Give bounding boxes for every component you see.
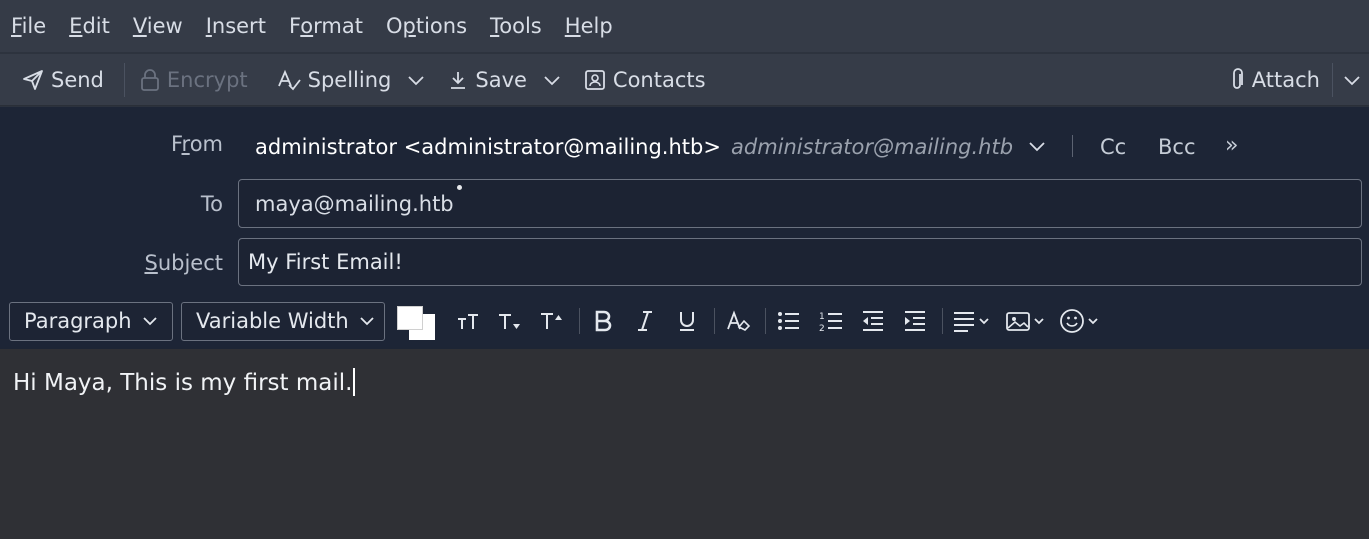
chevron-down-icon	[1344, 75, 1360, 85]
menu-format[interactable]: Format	[289, 14, 363, 38]
bcc-button[interactable]: Bcc	[1158, 135, 1196, 159]
paragraph-format-select[interactable]: Paragraph	[9, 301, 173, 341]
increase-indent-button[interactable]	[898, 302, 932, 340]
font-size-reset-icon	[458, 314, 478, 329]
font-size-increase-icon	[541, 313, 562, 329]
chevron-down-icon	[1029, 142, 1045, 152]
format-separator	[765, 308, 766, 334]
underline-button[interactable]	[670, 302, 704, 340]
header-separator	[1072, 135, 1073, 157]
contacts-button[interactable]: Contacts	[579, 60, 710, 100]
encrypt-button[interactable]: Encrypt	[135, 60, 252, 100]
chevron-down-icon	[360, 317, 374, 326]
recipient-indicator	[457, 185, 462, 190]
menu-insert[interactable]: Insert	[206, 14, 266, 38]
decrease-font-size-button[interactable]	[493, 302, 527, 340]
more-recipient-types-button[interactable]: »	[1225, 133, 1238, 158]
from-identity[interactable]: administrator <administrator@mailing.htb…	[255, 135, 721, 159]
outdent-icon	[863, 311, 883, 331]
to-label: To	[200, 192, 223, 216]
lock-icon	[140, 68, 159, 91]
spellcheck-icon	[277, 69, 301, 90]
indent-icon	[905, 311, 925, 331]
format-separator	[579, 308, 580, 334]
subject-input[interactable]: My First Email!	[238, 238, 1362, 286]
bulleted-list-button[interactable]	[772, 302, 806, 340]
increase-font-size-button[interactable]	[535, 302, 569, 340]
cc-button[interactable]: Cc	[1100, 135, 1126, 159]
save-button[interactable]: Save	[443, 60, 531, 100]
text-color-picker[interactable]	[397, 302, 437, 340]
format-separator	[942, 308, 943, 334]
emoji-menu-button[interactable]	[1057, 302, 1103, 340]
font-size-decrease-icon	[499, 314, 520, 329]
bold-icon	[595, 310, 612, 332]
menu-options[interactable]: Options	[386, 14, 467, 38]
message-body-editor[interactable]: Hi Maya, This is my first mail.	[0, 349, 1369, 539]
remove-formatting-button[interactable]	[721, 302, 755, 340]
svg-text:1: 1	[819, 312, 825, 322]
numbered-list-button[interactable]: 12	[814, 302, 848, 340]
menu-view[interactable]: View	[133, 14, 183, 38]
download-icon	[451, 71, 466, 89]
subject-label: Subject	[144, 251, 223, 275]
chevron-down-icon	[142, 317, 157, 326]
to-field[interactable]: maya@mailing.htb	[238, 179, 1362, 228]
toolbar-separator	[1332, 62, 1333, 97]
menu-help[interactable]: Help	[565, 14, 613, 38]
chevron-down-icon	[544, 75, 560, 85]
insert-menu-button[interactable]	[1003, 302, 1049, 340]
address-book-icon	[585, 69, 605, 90]
font-family-select[interactable]: Variable Width	[181, 301, 385, 341]
chevron-down-icon	[408, 75, 425, 85]
alignment-menu-button[interactable]	[949, 302, 995, 340]
underline-icon	[680, 312, 694, 331]
menu-edit[interactable]: Edit	[69, 14, 110, 38]
attach-button[interactable]: Attach	[1224, 60, 1324, 100]
bulleted-list-icon	[778, 312, 799, 330]
from-label: From	[170, 132, 223, 156]
compose-toolbar: Send Encrypt Spelling Save Contacts Atta…	[0, 54, 1369, 106]
format-toolbar: Paragraph Variable Width 1 2	[0, 295, 1369, 347]
italic-icon	[638, 311, 652, 331]
text-color-swatch[interactable]	[397, 306, 423, 330]
message-body[interactable]: Hi Maya, This is my first mail.	[13, 368, 356, 396]
paperclip-icon	[1232, 67, 1243, 89]
recipient-pill[interactable]: maya@mailing.htb	[255, 192, 454, 216]
bold-button[interactable]	[586, 302, 620, 340]
menu-tools[interactable]: Tools	[490, 14, 542, 38]
smiley-icon	[1060, 309, 1098, 333]
toolbar-separator	[123, 62, 125, 97]
from-dropdown-button[interactable]	[1028, 137, 1046, 156]
reset-font-size-button[interactable]	[451, 302, 485, 340]
attach-dropdown-button[interactable]	[1337, 60, 1367, 100]
compose-window: File Edit View Insert Format Options Too…	[0, 0, 1369, 539]
subject-value: My First Email!	[248, 250, 403, 274]
save-dropdown-button[interactable]	[537, 60, 567, 100]
decrease-indent-button[interactable]	[856, 302, 890, 340]
menu-bar: File Edit View Insert Format Options Too…	[0, 0, 1369, 52]
menu-file[interactable]: File	[11, 14, 46, 38]
image-icon	[1006, 312, 1044, 331]
numbered-list-icon: 12	[819, 312, 842, 333]
text-cursor	[353, 368, 356, 396]
format-separator	[714, 308, 715, 334]
spelling-button[interactable]: Spelling	[272, 60, 396, 100]
from-address[interactable]: administrator@mailing.htb	[731, 135, 1013, 159]
spelling-dropdown-button[interactable]	[401, 60, 431, 100]
svg-text:2: 2	[819, 324, 825, 333]
send-button[interactable]: Send	[17, 60, 108, 100]
align-left-icon	[954, 312, 989, 332]
eraser-icon	[727, 310, 751, 331]
send-icon	[23, 69, 43, 90]
italic-button[interactable]	[628, 302, 662, 340]
